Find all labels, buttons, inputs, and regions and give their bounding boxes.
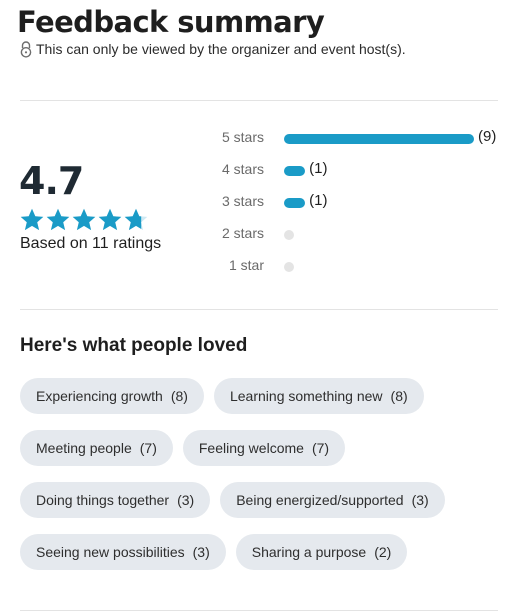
chip-count: (3) xyxy=(177,492,195,508)
loved-chip[interactable]: Seeing new possibilities (3) xyxy=(20,534,226,570)
distribution-label: 4 stars xyxy=(221,161,264,177)
star-rating xyxy=(19,207,149,233)
chip-row: Experiencing growth (8) Learning something… xyxy=(20,378,500,414)
distribution-label: 1 star xyxy=(228,257,264,273)
chip-count: (7) xyxy=(311,440,330,456)
loved-chip[interactable]: Sharing a purpose (2) xyxy=(235,534,408,570)
page-title: Feedback summary xyxy=(17,5,325,39)
ratings-count: Based on 11 ratings xyxy=(20,235,162,252)
chip-count: (7) xyxy=(139,440,157,456)
lock-icon xyxy=(19,40,33,58)
distribution-bar xyxy=(284,166,306,176)
star-icon xyxy=(46,208,70,231)
chip-row: Meeting people (7) Feeling welcome (7) xyxy=(20,430,500,466)
average-rating: 4.7 xyxy=(19,159,84,203)
distribution-track xyxy=(284,262,474,272)
distribution-label: 2 stars xyxy=(221,225,264,241)
divider xyxy=(20,100,498,101)
star-icon xyxy=(124,208,148,231)
loved-chips: Experiencing growth (8) Learning something… xyxy=(20,378,500,586)
loved-chip[interactable]: Learning something new (8) xyxy=(213,378,424,414)
chip-count: (2) xyxy=(374,544,392,560)
distribution-track xyxy=(284,134,474,144)
divider xyxy=(20,309,498,310)
star-icon xyxy=(72,208,96,231)
chip-count: (3) xyxy=(192,544,210,560)
distribution-row: 4 stars (1) xyxy=(200,156,510,188)
distribution-track xyxy=(284,230,474,240)
chip-label: Feeling welcome xyxy=(198,440,304,456)
chip-label: Meeting people xyxy=(36,440,132,456)
chip-count: (3) xyxy=(411,492,429,508)
chip-count: (8) xyxy=(170,388,188,404)
distribution-label: 5 stars xyxy=(221,129,264,145)
distribution-bar xyxy=(284,134,474,144)
chip-count: (8) xyxy=(390,388,408,404)
chip-row: Doing things together (3) Being energized/… xyxy=(20,482,500,518)
loved-chip[interactable]: Meeting people (7) xyxy=(20,430,173,466)
distribution-row: 2 stars xyxy=(200,220,510,252)
section-title: Here's what people loved xyxy=(20,335,248,356)
distribution-bar xyxy=(284,230,294,240)
chip-label: Experiencing growth xyxy=(36,388,163,404)
distribution-row: 3 stars (1) xyxy=(200,188,510,220)
distribution-bar xyxy=(284,198,306,208)
loved-chip[interactable]: Feeling welcome (7) xyxy=(182,430,346,466)
chip-label: Being energized/supported xyxy=(236,492,404,508)
distribution-label: 3 stars xyxy=(221,193,264,209)
chip-label: Sharing a purpose xyxy=(251,544,367,560)
rating-distribution: 5 stars (9) 4 stars (1) 3 stars (1) 2 stars 1 s… xyxy=(200,124,510,284)
distribution-count: (1) xyxy=(309,192,328,209)
distribution-row: 5 stars (9) xyxy=(200,124,510,156)
chip-label: Doing things together xyxy=(36,492,170,508)
distribution-bar xyxy=(284,262,294,272)
privacy-note: This can only be viewed by the organizer… xyxy=(19,40,406,58)
chip-row: Seeing new possibilities (3) Sharing a pur… xyxy=(20,534,500,570)
divider xyxy=(20,610,498,611)
chip-label: Learning something new xyxy=(229,388,383,404)
distribution-count: (9) xyxy=(478,128,497,145)
distribution-count: (1) xyxy=(309,160,328,177)
distribution-row: 1 star xyxy=(200,252,510,284)
loved-chip[interactable]: Doing things together (3) xyxy=(20,482,211,518)
star-icon xyxy=(20,208,44,231)
loved-chip[interactable]: Being energized/supported (3) xyxy=(220,482,445,518)
loved-chip[interactable]: Experiencing growth (8) xyxy=(20,378,204,414)
privacy-text: This can only be viewed by the organizer… xyxy=(36,41,406,57)
chip-label: Seeing new possibilities xyxy=(36,544,185,560)
star-icon xyxy=(98,208,122,231)
